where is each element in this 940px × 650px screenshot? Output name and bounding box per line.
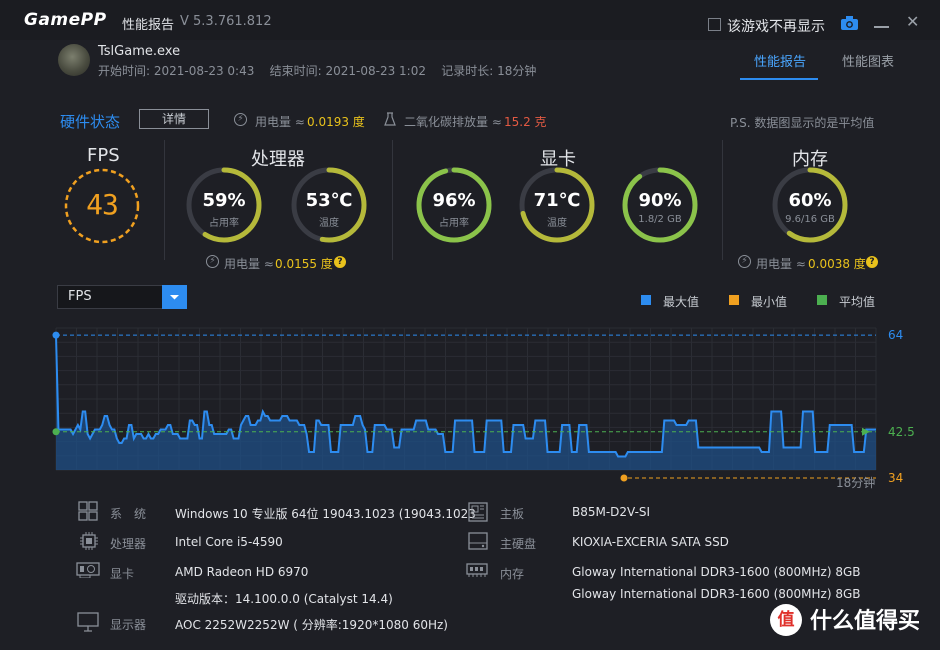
metric-select-button[interactable]	[162, 285, 187, 309]
watermark-logo-text: 值	[770, 604, 802, 636]
monitor-value: AOC 2252W2252W ( 分辨率:1920*1080 60Hz)	[175, 616, 448, 633]
average-note: P.S. 数据图显示的是平均值	[730, 114, 874, 131]
tab-performance-report[interactable]: 性能报告	[754, 51, 806, 70]
help-icon[interactable]: ?	[334, 256, 346, 268]
memory-stick-1-value: Gloway International DDR3-1600 (800MHz) …	[572, 565, 861, 579]
divider	[392, 140, 393, 260]
max-value-label: 64	[888, 328, 903, 342]
cpu-value: Intel Core i5-4590	[175, 535, 283, 549]
legend-min-label: 最小值	[751, 293, 787, 310]
hide-game-checkbox[interactable]	[708, 18, 721, 31]
x-end-label: 18分钟	[836, 474, 875, 491]
cpu-usage-label: 占用率	[184, 214, 264, 229]
legend-min-swatch	[729, 295, 739, 305]
memory-stick-2-value: Gloway International DDR3-1600 (800MHz) …	[572, 587, 861, 601]
gpu-vram-value: 90%	[620, 190, 700, 211]
co2-label: 二氧化碳排放量 ≈	[404, 113, 502, 130]
min-point	[621, 475, 628, 482]
watermark-text: 什么值得买	[810, 603, 920, 635]
gpu-usage-value: 96%	[414, 190, 494, 211]
help-icon[interactable]: ?	[866, 256, 878, 268]
minimize-button[interactable]	[874, 26, 889, 28]
gpu-usage-label: 占用率	[414, 214, 494, 229]
windows-icon	[78, 501, 98, 521]
hardware-status-label: 硬件状态	[60, 111, 120, 132]
max-point	[53, 332, 60, 339]
gpu-driver-value: 驱动版本：14.100.0.0 (Catalyst 14.4)	[175, 590, 393, 607]
fps-chart: 64 42.5 34	[50, 318, 940, 488]
metric-select-value: FPS	[68, 289, 92, 304]
memory-icon	[466, 562, 488, 578]
legend-avg-swatch	[817, 295, 827, 305]
legend-max-label: 最大值	[663, 293, 699, 310]
monitor-icon	[77, 612, 99, 632]
total-power-label: 用电量 ≈	[255, 113, 305, 130]
disk-icon	[468, 532, 488, 550]
game-name: TslGame.exe	[98, 44, 180, 59]
avg-point	[53, 428, 60, 435]
gpu-vram-label: 1.8/2 GB	[620, 214, 700, 225]
active-tab-indicator	[740, 78, 818, 80]
power-icon: ⚡	[234, 113, 247, 126]
cpu-label: 处理器	[110, 535, 146, 552]
memory-usage-label: 9.6/16 GB	[770, 214, 850, 225]
gpu-icon	[76, 562, 100, 578]
tab-performance-chart[interactable]: 性能图表	[842, 51, 894, 70]
cpu-usage-value: 59%	[184, 190, 264, 211]
min-value-label: 34	[888, 471, 903, 485]
gpu-temp-value: 71℃	[517, 190, 597, 211]
legend-max-swatch	[641, 295, 651, 305]
memory-usage-value: 60%	[770, 190, 850, 211]
close-icon[interactable]: ✕	[906, 14, 919, 30]
watermark-logo: 值	[770, 604, 802, 636]
power-icon: ⚡	[738, 255, 751, 268]
memory-power-value: 0.0038 度	[808, 255, 866, 272]
cpu-power-label: 用电量 ≈	[224, 255, 274, 272]
gpu-label: 显卡	[110, 565, 134, 582]
co2-icon	[384, 111, 396, 127]
divider	[164, 140, 165, 260]
hide-game-label[interactable]: 该游戏不再显示	[727, 16, 825, 36]
cpu-icon	[80, 532, 98, 550]
fps-title: FPS	[87, 145, 120, 166]
os-label: 系 统	[110, 505, 146, 522]
detail-button[interactable]: 详情	[139, 109, 209, 129]
co2-value: 15.2 克	[504, 113, 547, 130]
cpu-temp-value: 53℃	[289, 190, 369, 211]
app-version: V 5.3.761.812	[180, 14, 272, 29]
divider	[722, 140, 723, 260]
motherboard-label: 主板	[500, 505, 524, 522]
power-icon: ⚡	[206, 255, 219, 268]
memory-label: 内存	[500, 565, 524, 582]
os-value: Windows 10 专业版 64位 19043.1023 (19043.102…	[175, 505, 476, 522]
gpu-temp-label: 温度	[517, 214, 597, 229]
chevron-down-icon	[162, 285, 187, 309]
app-logo: GamePP	[24, 10, 107, 30]
motherboard-value: B85M-D2V-SI	[572, 505, 650, 519]
motherboard-icon	[468, 502, 488, 522]
monitor-label: 显示器	[110, 616, 146, 633]
fps-value: 43	[63, 188, 141, 221]
app-title: 性能报告	[122, 14, 174, 33]
game-meta: 开始时间: 2021-08-23 0:43 结束时间: 2021-08-23 1…	[98, 62, 536, 79]
cpu-temp-label: 温度	[289, 214, 369, 229]
disk-value: KIOXIA-EXCERIA SATA SSD	[572, 535, 729, 549]
gpu-value: AMD Radeon HD 6970	[175, 565, 308, 579]
legend-avg-label: 平均值	[839, 293, 875, 310]
cpu-power-value: 0.0155 度	[275, 255, 333, 272]
avg-value-label: 42.5	[888, 425, 915, 439]
memory-power-label: 用电量 ≈	[756, 255, 806, 272]
total-power-value: 0.0193 度	[307, 113, 365, 130]
disk-label: 主硬盘	[500, 535, 536, 552]
camera-icon[interactable]	[841, 16, 858, 30]
game-avatar	[58, 44, 90, 76]
